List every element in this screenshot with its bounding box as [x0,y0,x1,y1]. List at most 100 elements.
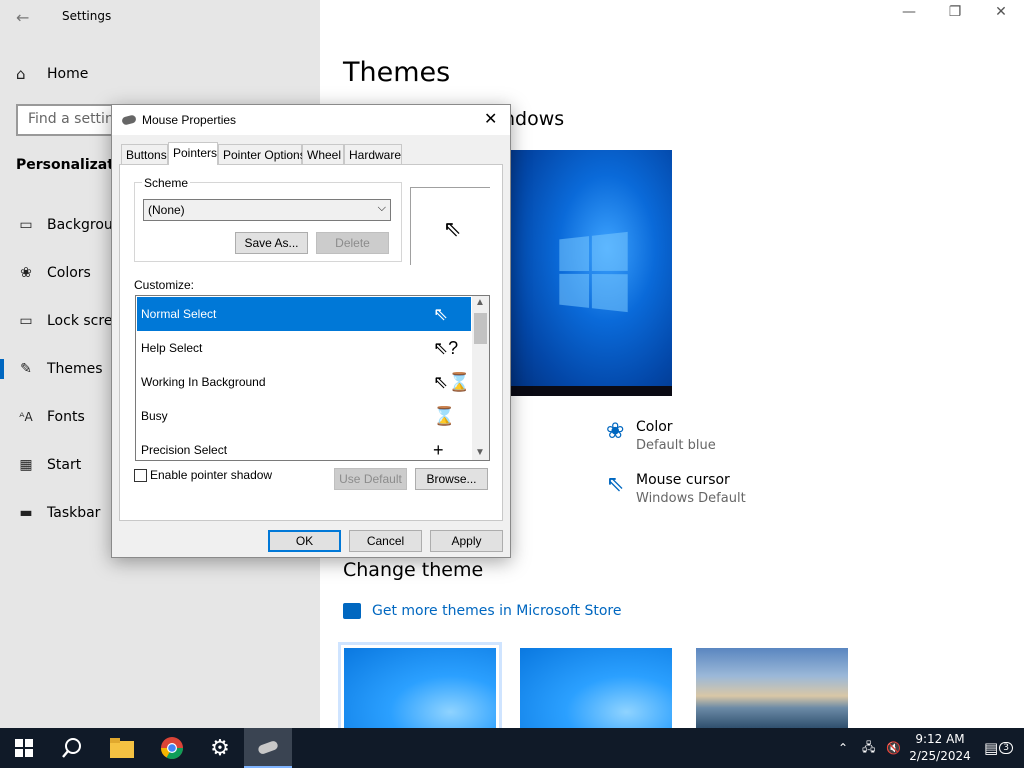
use-default-button[interactable]: Use Default [334,468,407,490]
list-scrollbar[interactable]: ▲ ▼ [472,296,489,460]
dialog-titlebar[interactable]: Mouse Properties ✕ [112,105,510,135]
search-icon [62,738,81,758]
clock-time: 9:12 AM [915,732,965,746]
theme-thumbnail[interactable] [520,648,672,728]
dialog-title: Mouse Properties [142,113,237,127]
theme-thumbnail[interactable] [696,648,848,728]
settings-taskbar-button[interactable]: ⚙ [196,728,244,768]
scheme-value: (None) [148,203,185,217]
volume-muted-icon[interactable]: 🔇 [886,728,901,768]
chevron-up-icon[interactable]: ▲ [475,297,485,308]
taskbar-icon: ▬ [19,505,33,521]
save-as-button[interactable]: Save As... [235,232,308,254]
store-link[interactable]: Get more themes in Microsoft Store [343,603,621,619]
tab-pointer-options[interactable]: Pointer Options [218,144,306,164]
start-button[interactable] [0,728,48,768]
tab-buttons[interactable]: Buttons [121,144,168,164]
list-item[interactable]: Busy ⌛ [137,399,471,433]
file-explorer-button[interactable] [98,728,146,768]
preview-taskbar [510,386,672,396]
pointer-preview: ⇖ [410,187,490,265]
chevron-down-icon: ⌵ [377,202,386,214]
list-item[interactable]: Normal Select ⇖ [137,297,471,331]
ok-button[interactable]: OK [268,530,341,552]
option-value: Windows Default [636,491,746,506]
tab-hardware[interactable]: Hardware [344,144,402,164]
scrollbar-thumb[interactable] [474,313,487,344]
chrome-icon [161,737,183,759]
sidebar-item-label: Fonts [47,409,85,425]
scheme-label: Scheme [142,176,191,190]
gear-icon: ⚙ [210,735,230,761]
current-theme-heading: ndows [503,108,565,130]
notification-center-button[interactable]: ▤ 3 [984,728,1013,768]
pointer-list[interactable]: Normal Select ⇖ Help Select ⇖? Working I… [135,295,490,461]
pointer-shadow-label: Enable pointer shadow [150,468,273,482]
notification-icon: ▤ [984,739,999,757]
cursor-icon: ⇖ [606,472,625,497]
store-icon [343,603,361,619]
pointer-label: Help Select [141,341,203,355]
pointer-shadow-checkbox-row[interactable]: Enable pointer shadow [134,468,272,482]
pointers-tab-panel: Scheme (None) ⌵ Save As... Delete ⇖ Cust… [119,164,503,521]
delete-button[interactable]: Delete [316,232,389,254]
home-nav-item[interactable]: ⌂ Home [16,62,88,86]
taskbar: ⚙ ⌃ 🖧 🔇 9:12 AM 2/25/2024 ▤ 3 [0,728,1024,768]
browse-button[interactable]: Browse... [415,468,488,490]
home-icon: ⌂ [16,65,26,83]
sidebar-item-label: Colors [47,265,91,281]
scheme-dropdown[interactable]: (None) ⌵ [143,199,391,221]
network-icon[interactable]: 🖧 [862,728,875,768]
list-item[interactable]: Working In Background ⇖⌛ [137,365,471,399]
pointer-label: Working In Background [141,375,266,389]
page-title: Themes [343,57,451,88]
help-select-cursor-icon: ⇖? [433,338,459,358]
window-title: Settings [62,9,112,23]
clock[interactable]: 9:12 AM 2/25/2024 [904,731,976,765]
store-link-label: Get more themes in Microsoft Store [372,603,622,619]
mouse-properties-taskbar-button[interactable] [244,728,292,768]
normal-select-cursor-icon: ⇖ [433,304,449,324]
option-value: Default blue [636,438,716,453]
windows-logo [559,231,628,313]
chevron-down-icon[interactable]: ▼ [475,447,485,458]
chrome-button[interactable] [148,728,196,768]
mouse-icon [121,114,137,126]
working-cursor-icon: ⇖⌛ [433,372,471,392]
theme-thumbnail[interactable] [338,642,502,734]
home-label: Home [47,66,89,82]
list-item[interactable]: Help Select ⇖? [137,331,471,365]
font-icon: ᴬA [19,410,33,424]
minimize-button[interactable]: — [886,4,932,28]
clock-date: 2/25/2024 [909,749,971,763]
busy-cursor-icon: ⌛ [433,406,456,426]
cancel-button[interactable]: Cancel [349,530,422,552]
start-grid-icon: ▦ [19,457,33,473]
maximize-button[interactable]: ❐ [932,4,978,28]
search-button[interactable] [48,728,96,768]
tab-wheel[interactable]: Wheel [302,144,344,164]
notification-count: 3 [999,742,1013,754]
option-title: Mouse cursor [636,472,730,488]
folder-icon [110,738,134,758]
apply-button[interactable]: Apply [430,530,503,552]
arrow-cursor-icon: ⇖ [443,216,462,241]
tab-pointers[interactable]: Pointers [168,142,218,165]
pointer-shadow-checkbox[interactable] [134,468,147,482]
option-title: Color [636,419,673,435]
mouse-cursor-option[interactable]: ⇖ Mouse cursor Windows Default [606,472,746,506]
sidebar-item-label: Themes [47,361,103,377]
pointer-label: Busy [141,409,168,423]
list-item[interactable]: Precision Select + [137,433,471,460]
image-icon: ▭ [19,217,33,233]
palette-icon: ❀ [20,265,32,281]
dialog-close-button[interactable]: ✕ [484,109,497,129]
monitor-icon: ▭ [19,313,33,329]
pointer-label: Precision Select [141,443,228,457]
back-arrow-icon[interactable]: ← [16,8,29,27]
show-hidden-icons[interactable]: ⌃ [838,728,848,768]
color-option[interactable]: ❀ Color Default blue [606,419,716,453]
pointer-label: Normal Select [141,307,217,321]
close-button[interactable]: ✕ [978,4,1024,28]
mouse-icon [257,739,279,755]
